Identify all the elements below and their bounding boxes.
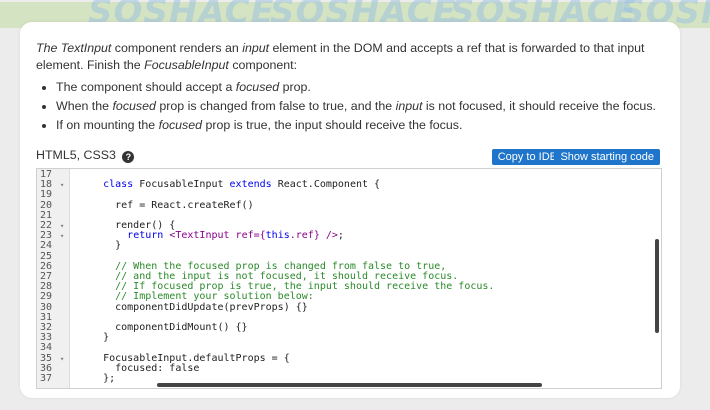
line-number: 29 [40, 291, 53, 303]
text-run: component: [228, 58, 298, 72]
text-run: If on mounting the [56, 118, 159, 132]
code-line: 24 } [37, 241, 637, 251]
code-text: } [79, 333, 109, 343]
code-text: class FocusableInput extends React.Compo… [79, 180, 380, 190]
emphasized-text: focused [235, 80, 280, 94]
requirement-item: When the focused prop is changed from fa… [56, 98, 676, 115]
text-run: The component should accept a [56, 80, 236, 94]
code-line: 30 componentDidUpdate(prevProps) {} [37, 301, 637, 313]
text-run: prop is changed from false to true, and … [155, 99, 396, 113]
requirement-item: If on mounting the focused prop is true,… [56, 117, 676, 134]
copy-to-ide-button[interactable]: Copy to IDE [491, 149, 563, 165]
task-card: The TextInput component renders an input… [20, 22, 680, 398]
code-token: .ref} /> [289, 230, 338, 242]
requirements-list: The component should accept a focused pr… [36, 79, 676, 134]
code-token: return [127, 230, 164, 242]
emphasized-text: TextInput [60, 41, 112, 55]
code-token: extends [229, 179, 272, 191]
task-description: The TextInput component renders an input… [36, 40, 676, 136]
editor-toolbar: HTML5, CSS3 ? Copy to IDE Show starting … [36, 147, 660, 165]
code-text: } [79, 241, 121, 251]
text-run: prop. [279, 80, 311, 94]
code-token: React.Component { [271, 179, 381, 191]
line-number: 19 [40, 189, 53, 201]
vertical-scrollbar[interactable] [655, 239, 659, 333]
emphasized-text: The [36, 41, 61, 55]
line-number: 37 [40, 373, 53, 384]
code-line: 37 }; [37, 374, 637, 384]
code-token: ref = React.createRef() [79, 199, 254, 211]
code-line: 33 } [37, 333, 637, 343]
code-line: 23 ▾ return <TextInput ref={this.ref} />; [37, 231, 637, 241]
language-label-text: HTML5, CSS3 [36, 148, 116, 162]
text-run: prop is true, the input should receive t… [202, 118, 463, 132]
emphasized-text: input [242, 41, 270, 55]
fold-arrow-icon[interactable]: ▾ [60, 221, 64, 231]
text-run: component renders an [111, 41, 243, 55]
code-token: FocusableInput [133, 179, 230, 191]
code-token: ; [337, 230, 344, 242]
text-run: When the [56, 99, 113, 113]
task-intro: The TextInput component renders an input… [36, 40, 676, 74]
text-run: is not focused, it should receive the fo… [422, 99, 656, 113]
fold-arrow-icon[interactable]: ▾ [60, 180, 64, 190]
code-editor[interactable]: 17 18 ▾ class FocusableInput extends React… [36, 168, 662, 389]
code-line: 32 componentDidMount() {} [37, 323, 637, 333]
code-line: 20 ref = React.createRef() [37, 199, 637, 211]
language-label: HTML5, CSS3 ? [36, 148, 135, 163]
show-starting-code-button[interactable]: Show starting code [554, 149, 660, 165]
code-line: 18 ▾ class FocusableInput extends React.C… [37, 180, 637, 190]
question-circle-icon[interactable]: ? [122, 151, 135, 163]
code-token: }; [79, 373, 116, 384]
code-text: componentDidUpdate(prevProps) {} [79, 301, 308, 313]
emphasized-text: FocusableInput [144, 58, 229, 72]
emphasized-text: input [395, 99, 423, 113]
emphasized-text: focused [112, 99, 156, 113]
fold-arrow-icon[interactable]: ▾ [60, 231, 64, 241]
line-number: 24 [40, 240, 53, 252]
code-text: }; [79, 374, 115, 384]
code-token: } [79, 240, 122, 252]
emphasized-text: focused [158, 118, 203, 132]
code-token: <TextInput ref={ [169, 230, 266, 242]
code-token: componentDidUpdate(prevProps) {} [79, 301, 308, 313]
requirement-item: The component should accept a focused pr… [56, 79, 676, 96]
code-text: ref = React.createRef() [79, 199, 254, 211]
code-token: this [265, 230, 290, 242]
code-token: class [103, 179, 134, 191]
code-line: 36 focused: false [37, 363, 637, 374]
code-token: } [79, 332, 110, 344]
fold-arrow-icon[interactable]: ▾ [60, 354, 64, 364]
line-number: 34 [40, 342, 53, 354]
